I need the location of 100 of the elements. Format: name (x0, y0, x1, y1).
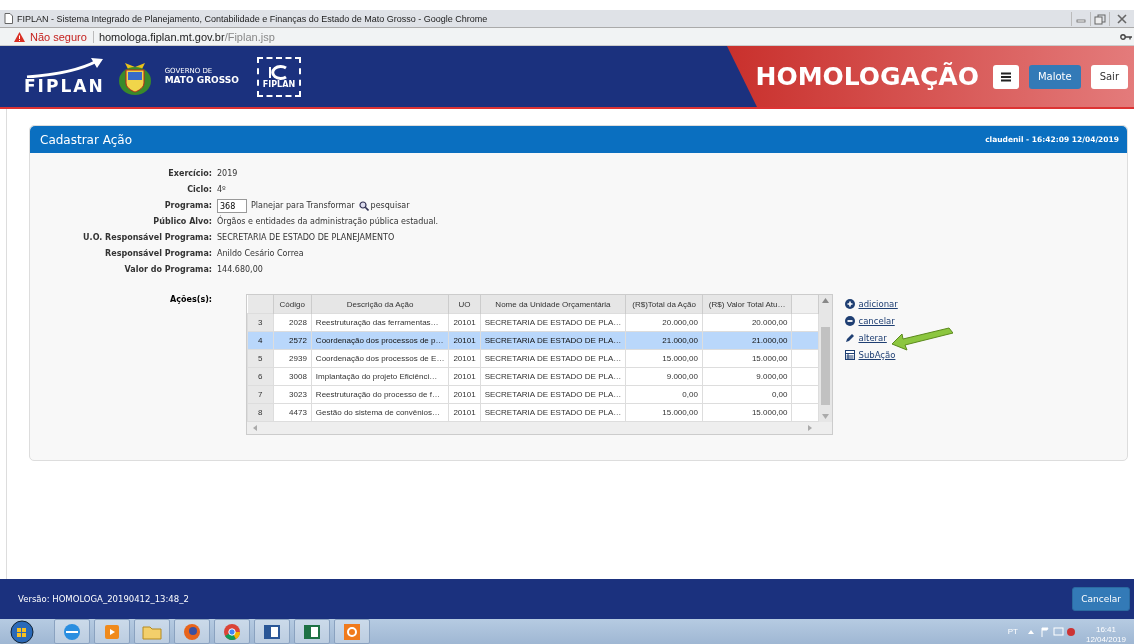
window-title: FIPLAN - Sistema Integrado de Planejamento, Contabilidade e Finanças do Estado de Mato Grosso - Google Chrome (17, 13, 488, 24)
table-cell: 3023 (273, 385, 312, 404)
table-cell: 15.000,00 (625, 349, 703, 368)
table-cell: 4473 (273, 403, 312, 422)
warning-icon (14, 31, 25, 42)
left-arrow-icon[interactable] (253, 425, 257, 431)
action-link[interactable]: SubAção (858, 350, 896, 360)
action-link[interactable]: cancelar (858, 316, 895, 326)
action-link[interactable]: adicionar (858, 299, 898, 309)
table-cell: Reestruturação das ferramentas… (311, 313, 449, 332)
table-row[interactable]: 4 2572 Coordenação dos processos de p… 20101 SECRETARIA DE ESTADO DE PLA… 21.000,00 21.000,00 (247, 331, 819, 350)
table-row[interactable]: 7 3023 Reestruturação do processo de f… 20101 SECRETARIA DE ESTADO DE PLA… 0,00 0,00 (247, 385, 819, 404)
key-icon (1120, 32, 1132, 41)
start-orb-icon[interactable] (8, 619, 36, 644)
plus-circle-icon (845, 299, 856, 309)
fiplan-logo: FIPLAN (24, 58, 105, 95)
table-icon (845, 350, 856, 360)
program-input[interactable]: 368 (217, 199, 247, 213)
cancel-button[interactable]: Cancelar (1072, 587, 1130, 611)
field-value: 2019 (217, 168, 239, 180)
table-cell: 9.000,00 (702, 367, 792, 386)
field-label: Responsável Programa: (104, 248, 212, 260)
search-icon (358, 201, 369, 211)
clock-time: 16:41 (1095, 624, 1116, 635)
table-cell: 15.000,00 (625, 403, 703, 422)
field-value: Órgãos e entidades da administração pública estadual. (217, 214, 440, 228)
program-name: Planejar para Transformar (251, 200, 355, 212)
security-label: Não seguro (30, 30, 94, 43)
table-cell: Gestão do sistema de convênios… (311, 403, 449, 422)
menu-icon (1000, 71, 1011, 82)
stamp-logo: FIPLAN (256, 56, 301, 97)
column-header[interactable]: UO (448, 295, 481, 314)
government-name: MATO GROSSO (164, 75, 239, 86)
panel-title: Cadastrar Ação (40, 132, 132, 147)
table-cell: 0,00 (625, 385, 703, 404)
version-label: Versão: HOMOLOGA_20190412_13:48_2 (18, 594, 189, 604)
table-cell: SECRETARIA DE ESTADO DE PLA… (480, 349, 626, 368)
table-cell: Reestruturação do processo de f… (311, 385, 449, 404)
field-value: 4º (217, 184, 227, 196)
table-cell: 20101 (448, 403, 481, 422)
firefox-icon[interactable] (174, 619, 210, 644)
scroll-thumb[interactable] (821, 326, 831, 405)
table-cell: 15.000,00 (702, 349, 792, 368)
word-icon[interactable] (254, 619, 290, 644)
table-row[interactable]: 3 2028 Reestruturação das ferramentas… 20101 SECRETARIA DE ESTADO DE PLA… 20.000,00 20.000,00 (247, 313, 819, 332)
field-value: Anildo Cesário Correa (217, 248, 305, 260)
table-cell: 3008 (273, 367, 312, 386)
environment-title: HOMOLOGAÇÃO (755, 62, 979, 91)
up-arrow-icon[interactable] (822, 298, 830, 303)
column-header[interactable]: Nome da Unidade Orçamentária (480, 295, 626, 314)
field-label: Público Alvo: (152, 216, 212, 228)
table-cell: 9.000,00 (625, 367, 703, 386)
table-cell: 2939 (273, 349, 312, 368)
table-cell: 2028 (273, 313, 312, 332)
table-cell: SECRETARIA DE ESTADO DE PLA… (480, 385, 626, 404)
field-label: U.O. Responsável Programa: (82, 232, 212, 244)
app-icon[interactable] (334, 619, 370, 644)
field-value: SECRETARIA DE ESTADO DE PLANEJAMENTO (217, 232, 396, 244)
table-cell: 20101 (448, 385, 481, 404)
table-row[interactable]: 8 4473 Gestão do sistema de convênios… 20101 SECRETARIA DE ESTADO DE PLA… 15.000,00 15.000,00 (247, 403, 819, 422)
column-header[interactable]: (R$)Total da Ação (625, 295, 703, 314)
field-label: Valor do Programa: (123, 264, 212, 276)
down-arrow-icon[interactable] (822, 414, 830, 419)
tray-icons-icon[interactable] (1025, 625, 1078, 638)
table-cell: 15.000,00 (702, 403, 792, 422)
excel-icon[interactable] (294, 619, 330, 644)
table-cell: SECRETARIA DE ESTADO DE PLA… (480, 367, 626, 386)
table-cell: 20101 (448, 349, 481, 368)
table-cell: Implantação do projeto Eficiênci… (311, 367, 449, 386)
vertical-scrollbar[interactable] (819, 295, 833, 422)
search-link[interactable]: pesquisar (358, 198, 410, 214)
browser-icon[interactable] (54, 619, 90, 644)
field-label: Programa: (163, 200, 212, 212)
chrome-icon[interactable] (214, 619, 250, 644)
row-number: 3 (247, 313, 273, 332)
table-cell: 20101 (448, 313, 481, 332)
table-cell: 0,00 (702, 385, 792, 404)
field-label: Ações(s): (169, 294, 212, 306)
minus-circle-icon (845, 316, 856, 326)
table-row[interactable]: 6 3008 Implantação do projeto Eficiênci… 20101 SECRETARIA DE ESTADO DE PLA… 9.000,00 9.000,00 (247, 367, 819, 386)
action-link[interactable]: alterar (858, 333, 887, 343)
column-header[interactable]: Código (273, 295, 312, 314)
table-cell: SECRETARIA DE ESTADO DE PLA… (480, 403, 626, 422)
field-value: 144.680,00 (217, 264, 264, 276)
column-header[interactable]: (R$) Valor Total Atu… (702, 295, 792, 314)
table-cell: SECRETARIA DE ESTADO DE PLA… (480, 313, 626, 332)
pencil-icon (845, 333, 856, 343)
restore-icon[interactable] (1090, 11, 1109, 26)
right-arrow-icon[interactable] (808, 425, 813, 431)
table-cell: 20.000,00 (625, 313, 703, 332)
address-field[interactable]: homologa.fiplan.mt.gov.br/Fiplan.jsp (98, 30, 275, 43)
media-player-icon[interactable] (94, 619, 130, 644)
page-icon (4, 13, 13, 24)
table-row[interactable]: 5 2939 Coordenação dos processos de E… 20101 SECRETARIA DE ESTADO DE PLA… 15.000,00 15.000,00 (247, 349, 819, 368)
table-cell: 20101 (448, 367, 481, 386)
field-label: Ciclo: (186, 184, 212, 196)
table-cell: 20.000,00 (702, 313, 792, 332)
arrow-swoosh-icon (24, 58, 105, 78)
table-cell: Coordenação dos processos de E… (311, 349, 449, 368)
column-header[interactable]: Descrição da Ação (311, 295, 449, 314)
